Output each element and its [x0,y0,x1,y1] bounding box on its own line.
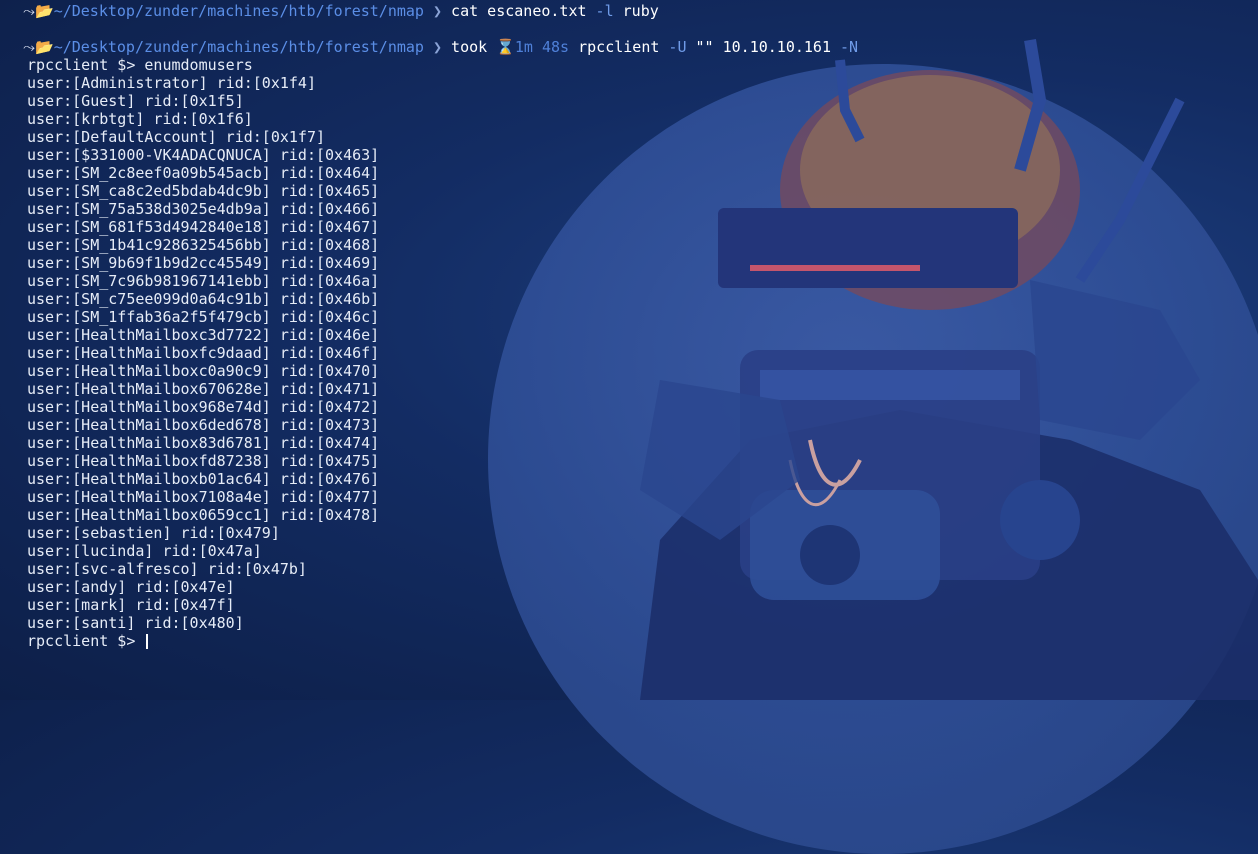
duration: 1m 48s [514,38,570,56]
user-row: user:[HealthMailbox968e74d] rid:[0x472] [27,398,380,416]
user-row: user:[SM_9b69f1b9d2cc45549] rid:[0x469] [27,254,380,272]
command-flag: -U [668,38,687,56]
command-name: cat [451,2,479,20]
prompt-path: ~/Desktop/zunder/machines/htb/forest/nma… [53,2,424,20]
terminal-output[interactable]: ⤳📂~/Desktop/zunder/machines/htb/forest/n… [0,0,1258,700]
prompt-line: ⤳📂~/Desktop/zunder/machines/htb/forest/n… [23,2,1258,20]
user-row: user:[HealthMailboxfc9daad] rid:[0x46f] [27,344,380,362]
rpc-prompt: rpcclient $> [27,632,136,650]
user-row: user:[mark] rid:[0x47f] [27,596,235,614]
prompt-line: ⤳📂~/Desktop/zunder/machines/htb/forest/n… [23,38,1258,56]
command-flag: -N [840,38,859,56]
command-flag: -l [595,2,614,20]
user-row: user:[SM_7c96b981967141ebb] rid:[0x46a] [27,272,380,290]
user-row: user:[HealthMailbox7108a4e] rid:[0x477] [27,488,380,506]
rpc-prompt-line[interactable]: rpcclient $> [27,632,1258,650]
command-name: rpcclient [578,38,660,56]
command-flag-value: ruby [622,2,659,20]
user-row: user:[SM_c75ee099d0a64c91b] rid:[0x46b] [27,290,380,308]
user-list: user:[Administrator] rid:[0x1f4] user:[Gu… [27,74,1258,632]
took-label: took [451,38,488,56]
text-cursor [146,634,149,649]
user-row: user:[HealthMailbox83d6781] rid:[0x474] [27,434,380,452]
command-args: escaneo.txt [487,2,587,20]
user-row: user:[HealthMailboxc0a90c9] rid:[0x470] [27,362,380,380]
user-row: user:[santi] rid:[0x480] [27,614,244,632]
user-row: user:[HealthMailboxfd87238] rid:[0x475] [27,452,380,470]
user-row: user:[SM_75a538d3025e4db9a] rid:[0x466] [27,200,380,218]
prompt-path: ~/Desktop/zunder/machines/htb/forest/nma… [53,38,424,56]
command-arg: "" [695,38,714,56]
folder-icon: ⤳📂 [23,2,54,20]
user-row: user:[andy] rid:[0x47e] [27,578,235,596]
user-row: user:[lucinda] rid:[0x47a] [27,542,262,560]
hourglass-icon: ⌛ [496,38,515,56]
user-row: user:[HealthMailboxb01ac64] rid:[0x476] [27,470,380,488]
user-row: user:[Guest] rid:[0x1f5] [27,92,244,110]
user-row: user:[SM_ca8c2ed5bdab4dc9b] rid:[0x465] [27,182,380,200]
user-row: user:[HealthMailbox0659cc1] rid:[0x478] [27,506,380,524]
user-row: user:[SM_681f53d4942840e18] rid:[0x467] [27,218,380,236]
user-row: user:[SM_2c8eef0a09b545acb] rid:[0x464] [27,164,380,182]
rpc-prompt-line: rpcclient $> enumdomusers [27,56,1258,74]
command-ip: 10.10.10.161 [722,38,831,56]
user-row: user:[SM_1b41c9286325456bb] rid:[0x468] [27,236,380,254]
user-row: user:[$331000-VK4ADACQNUCA] rid:[0x463] [27,146,380,164]
chevron-icon: ❯ [432,38,443,56]
user-row: user:[sebastien] rid:[0x479] [27,524,280,542]
chevron-icon: ❯ [432,2,443,20]
user-row: user:[DefaultAccount] rid:[0x1f7] [27,128,326,146]
user-row: user:[svc-alfresco] rid:[0x47b] [27,560,307,578]
user-row: user:[HealthMailbox670628e] rid:[0x471] [27,380,380,398]
rpc-prompt: rpcclient $> [27,56,136,74]
folder-icon: ⤳📂 [23,38,54,56]
user-row: user:[krbtgt] rid:[0x1f6] [27,110,253,128]
user-row: user:[Administrator] rid:[0x1f4] [27,74,316,92]
rpc-command: enumdomusers [144,56,253,74]
user-row: user:[HealthMailboxc3d7722] rid:[0x46e] [27,326,380,344]
user-row: user:[SM_1ffab36a2f5f479cb] rid:[0x46c] [27,308,380,326]
user-row: user:[HealthMailbox6ded678] rid:[0x473] [27,416,380,434]
